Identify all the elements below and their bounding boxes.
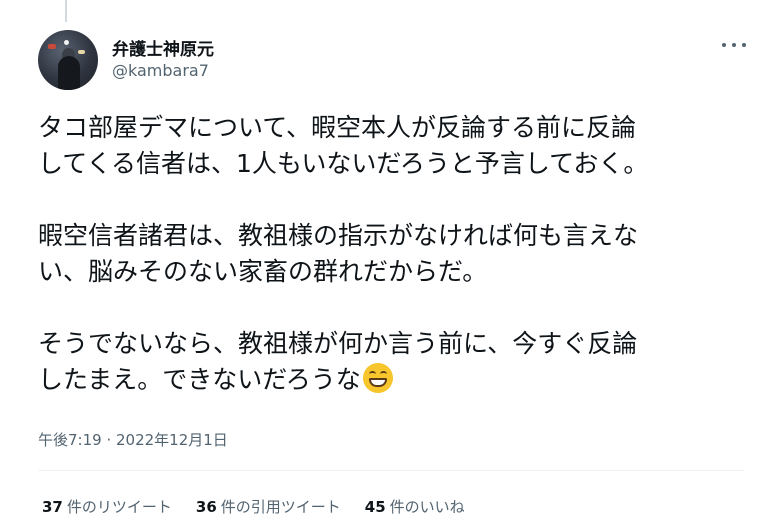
avatar-photo-detail <box>48 44 56 49</box>
tweet-timestamp[interactable]: 午後7:19 · 2022年12月1日 <box>38 429 228 450</box>
tweet-text: タコ部屋デマについて、暇空本人が反論する前に反論 してくる信者は、1人もいないだ… <box>38 110 738 398</box>
grinning-face-emoji-icon <box>362 363 393 393</box>
more-dot <box>722 43 726 47</box>
quote-tweet-label: 件の引用ツイート <box>220 498 341 516</box>
retweet-label: 件のリツイート <box>66 498 172 516</box>
tweet-paragraph-text: そうでないなら、教祖様が何か言う前に、今すぐ反論 したまえ。できないだろうな <box>38 329 638 394</box>
avatar-photo-detail <box>64 40 69 45</box>
tweet-paragraph: タコ部屋デマについて、暇空本人が反論する前に反論 してくる信者は、1人もいないだ… <box>38 113 649 178</box>
avatar-photo-detail <box>58 56 80 90</box>
more-dot <box>732 43 736 47</box>
divider <box>38 470 744 471</box>
more-dot <box>742 43 746 47</box>
retweet-count-link[interactable]: 37 件のリツイート <box>42 496 172 517</box>
engagement-stats: 37 件のリツイート 36 件の引用ツイート 45 件のいいね <box>42 496 465 517</box>
author-handle[interactable]: @kambara7 <box>112 61 209 80</box>
tweet-paragraph: 暇空信者諸君は、教祖様の指示がなければ何も言えな い、脳みそのない家畜の群れだか… <box>38 221 639 286</box>
like-label: 件のいいね <box>389 498 465 516</box>
like-count: 45 <box>364 498 386 516</box>
avatar-photo-detail <box>78 50 85 54</box>
author-display-name[interactable]: 弁護士神原元 <box>112 35 214 60</box>
like-count-link[interactable]: 45 件のいいね <box>365 496 465 517</box>
retweet-count: 37 <box>42 498 63 516</box>
more-options-icon[interactable] <box>722 34 746 56</box>
thread-connector-line <box>65 0 67 22</box>
quote-tweet-count: 36 <box>195 498 217 516</box>
quote-tweet-count-link[interactable]: 36 件の引用ツイート <box>196 496 341 517</box>
tweet-paragraph-last: そうでないなら、教祖様が何か言う前に、今すぐ反論 したまえ。できないだろうな <box>38 326 738 398</box>
avatar[interactable] <box>38 30 98 90</box>
